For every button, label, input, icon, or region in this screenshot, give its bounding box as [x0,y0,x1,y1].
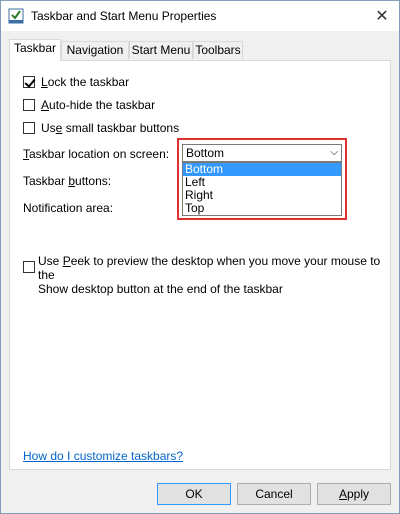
small-buttons-row[interactable]: Use small taskbar buttons [23,120,179,136]
small-buttons-checkbox[interactable] [23,122,35,134]
location-select-highlight: Bottom ⌵ Bottom Left Right Top [177,138,347,220]
location-option-right[interactable]: Right [183,189,341,202]
location-option-bottom[interactable]: Bottom [183,163,341,176]
tab-taskbar[interactable]: Taskbar [9,39,61,61]
location-select[interactable]: Bottom ⌵ [182,144,342,162]
peek-checkbox[interactable] [23,261,35,273]
tab-start-menu[interactable]: Start Menu [129,41,193,59]
window-title: Taskbar and Start Menu Properties [31,9,217,23]
location-label: Taskbar location on screen: [23,147,170,161]
ok-button[interactable]: OK [157,483,231,505]
autohide-label: Auto-hide the taskbar [41,98,156,112]
small-buttons-label: Use small taskbar buttons [41,121,180,135]
cancel-button[interactable]: Cancel [237,483,311,505]
buttons-label: Taskbar buttons: [23,174,112,188]
title-bar: Taskbar and Start Menu Properties ✕ [1,1,399,31]
apply-button[interactable]: Apply [317,483,391,505]
location-dropdown-list: Bottom Left Right Top [182,162,342,216]
location-option-top[interactable]: Top [183,202,341,215]
properties-window: Taskbar and Start Menu Properties ✕ Task… [0,0,400,514]
autohide-checkbox[interactable] [23,99,35,111]
autohide-row[interactable]: Auto-hide the taskbar [23,97,155,113]
location-select-value: Bottom [186,146,225,160]
chevron-down-icon[interactable]: ⌵ [330,145,338,161]
tab-toolbars[interactable]: Toolbars [193,41,243,59]
peek-label-line1: Use Peek to preview the desktop when you… [38,254,381,282]
taskbar-properties-icon [8,8,24,24]
tab-navigation[interactable]: Navigation [61,41,129,59]
close-icon[interactable]: ✕ [365,1,399,31]
peek-label: Use Peek to preview the desktop when you… [38,254,383,296]
lock-taskbar-row[interactable]: Lock the taskbar [23,74,129,90]
help-link[interactable]: How do I customize taskbars? [23,449,183,463]
lock-taskbar-checkbox[interactable] [23,76,35,88]
lock-taskbar-label: Lock the taskbar [41,75,130,89]
notification-area-label: Notification area: [23,201,114,215]
peek-label-line2: Show desktop button at the end of the ta… [38,282,283,296]
